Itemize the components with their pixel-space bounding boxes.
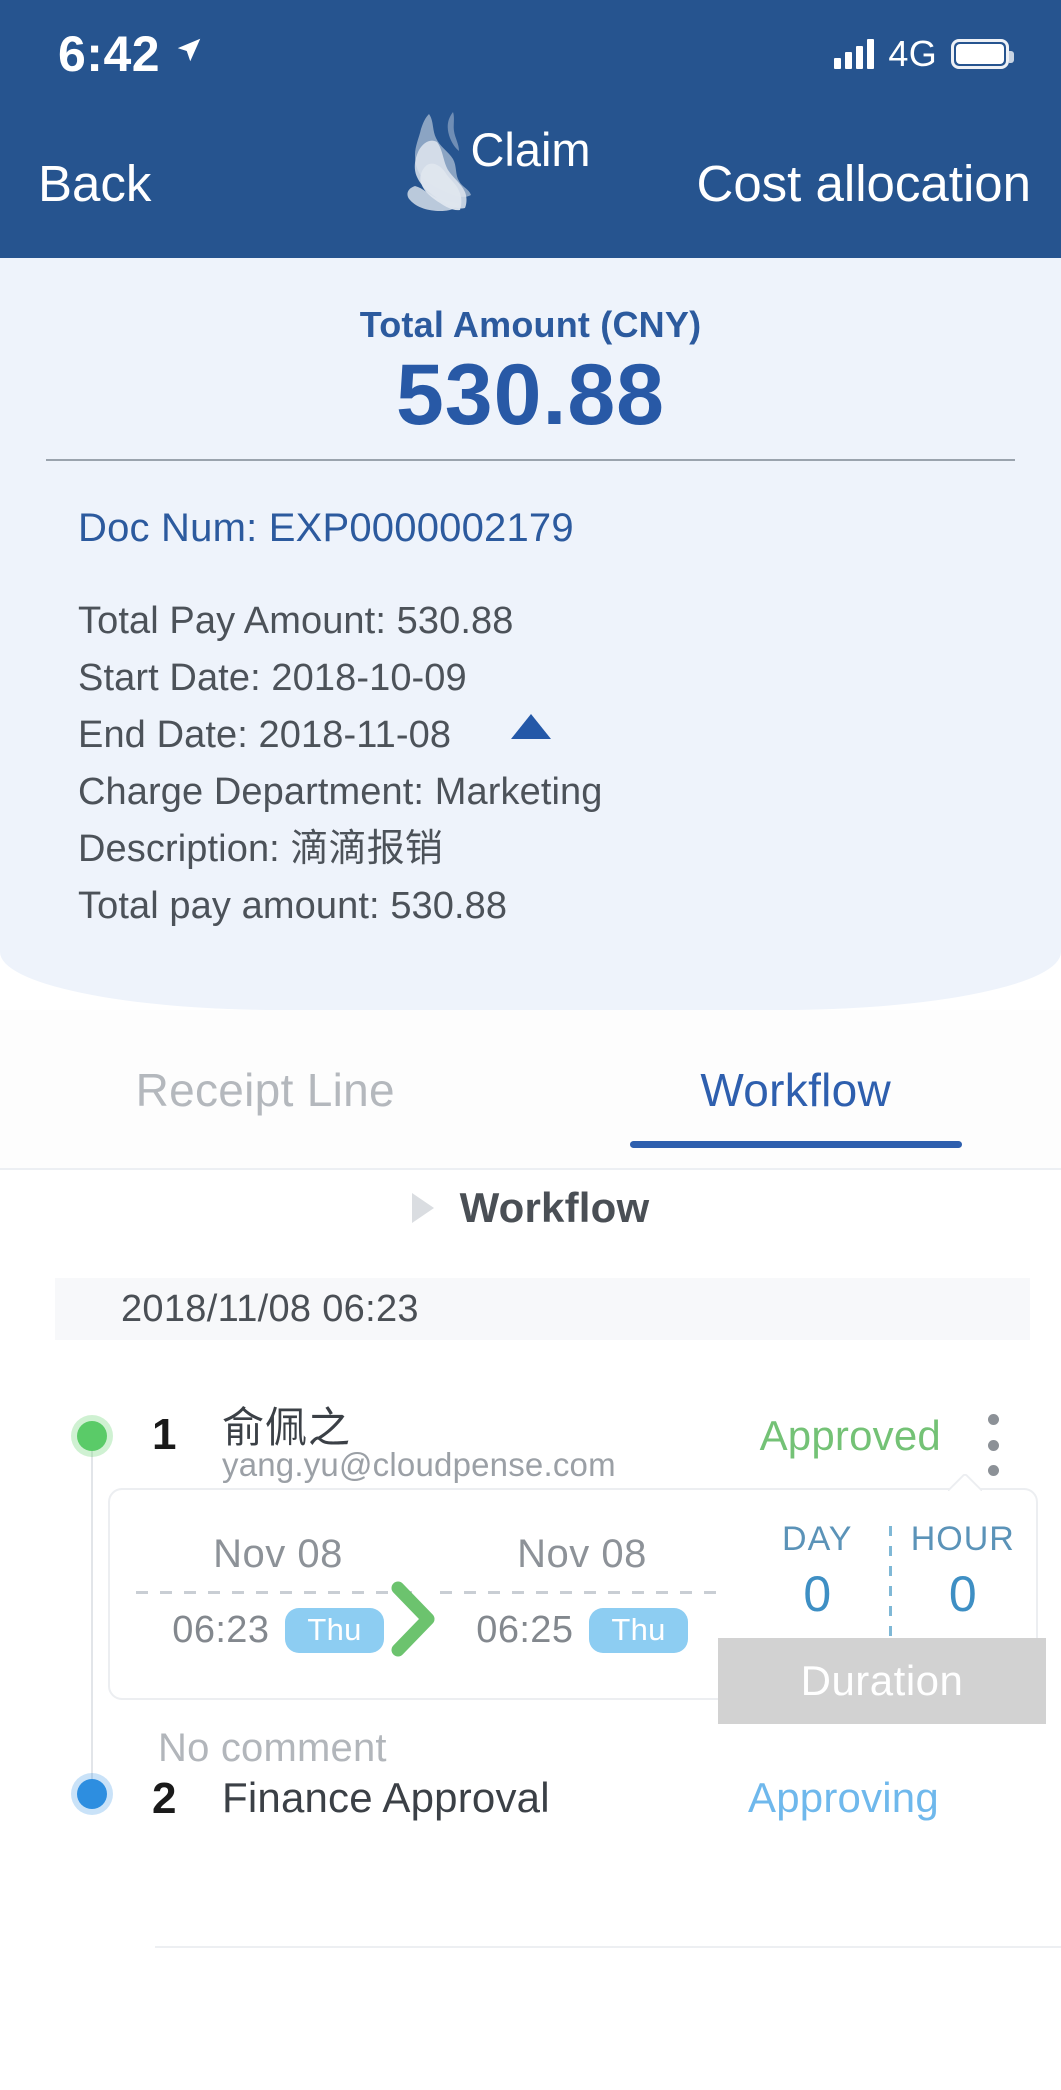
detail-row: Charge Department: Marketing: [78, 771, 603, 813]
dashed-rule: [440, 1591, 724, 1594]
workflow-bottom-divider: [155, 1946, 1061, 1948]
collapse-summary-button[interactable]: [0, 714, 1061, 739]
start-weekday-badge: Thu: [285, 1608, 384, 1653]
tab-label: Receipt Line: [135, 1064, 395, 1116]
timeline-rail: [91, 1438, 93, 1796]
tab-label: Workflow: [700, 1064, 892, 1116]
claim-summary-panel: Total Amount (CNY) 530.88 Doc Num: EXP00…: [0, 258, 1061, 1010]
workflow-section-label: Workflow: [459, 1184, 650, 1231]
end-date: Nov 08: [517, 1532, 647, 1576]
claim-detail-screen: 6:42 4G Back Claim Cost allocation Total…: [0, 0, 1061, 2090]
status-time: 6:42: [58, 26, 161, 82]
status-bar-left: 6:42: [58, 29, 204, 79]
workflow-date-header: 2018/11/08 06:23: [55, 1278, 1030, 1340]
workflow-section: Workflow 2018/11/08 06:23 1 俞佩之 yang.yu@…: [0, 1170, 1061, 2090]
duration-tooltip-label: Duration: [800, 1657, 964, 1704]
step-approver-email: yang.yu@cloudpense.com: [222, 1446, 616, 1483]
workflow-step-1[interactable]: 1 俞佩之 yang.yu@cloudpense.com Approved: [0, 1392, 1061, 1483]
cost-allocation-button[interactable]: Cost allocation: [696, 158, 1031, 209]
end-time: 06:25: [476, 1609, 574, 1651]
duration-card-notch: [948, 1474, 982, 1491]
step-approver-name: Finance Approval: [222, 1774, 550, 1821]
network-label: 4G: [888, 33, 937, 74]
detail-row: Start Date: 2018-10-09: [78, 657, 467, 699]
end-weekday-badge: Thu: [589, 1608, 688, 1653]
workflow-step-2[interactable]: 2 Finance Approval Approving: [0, 1770, 1061, 1834]
triangle-up-icon: [510, 714, 551, 739]
workflow-section-header[interactable]: Workflow: [0, 1184, 1061, 1232]
step-comment: No comment: [158, 1726, 387, 1770]
status-badge: Approving: [748, 1774, 939, 1821]
step-index: 2: [152, 1774, 177, 1823]
app-header: 6:42 4G Back Claim Cost allocation: [0, 0, 1061, 258]
start-time: 06:23: [172, 1609, 270, 1651]
status-bar-right: 4G: [834, 33, 1014, 74]
signal-bars-icon: [834, 39, 875, 69]
kebab-menu-icon[interactable]: [987, 1414, 999, 1476]
metric-value: 0: [948, 1566, 977, 1622]
detail-row: Description: 滴滴报销: [78, 828, 443, 870]
status-badge: Approved: [759, 1412, 941, 1459]
duration-tooltip: Duration: [718, 1638, 1046, 1724]
step-index: 1: [152, 1410, 177, 1459]
start-date: Nov 08: [213, 1532, 343, 1576]
duration-start: Nov 08 06:23 Thu: [128, 1532, 428, 1653]
detail-row: Total Pay Amount: 530.88: [78, 600, 514, 642]
total-amount-value: 530.88: [395, 347, 666, 443]
triangle-right-icon: [411, 1193, 434, 1223]
tab-workflow[interactable]: Workflow: [531, 1010, 1061, 1170]
tab-active-indicator: [629, 1141, 962, 1148]
workflow-date-text: 2018/11/08 06:23: [121, 1287, 419, 1330]
claim-detail-list: Total Pay Amount: 530.88 Start Date: 201…: [78, 593, 978, 935]
duration-end: Nov 08 06:25 Thu: [432, 1532, 732, 1653]
summary-divider: [46, 459, 1015, 461]
status-bar: 6:42 4G: [0, 0, 1061, 108]
location-arrow-icon: [177, 38, 201, 62]
metric-value: 0: [803, 1566, 832, 1622]
tab-receipt-line[interactable]: Receipt Line: [0, 1010, 531, 1170]
battery-full-icon: [951, 39, 1014, 69]
total-amount-label: Total Amount (CNY): [359, 304, 702, 345]
doc-number: Doc Num: EXP0000002179: [78, 506, 574, 550]
detail-row: Total pay amount: 530.88: [78, 885, 508, 927]
dashed-rule: [136, 1591, 420, 1594]
metric-label: HOUR: [910, 1520, 1015, 1558]
metric-label: DAY: [782, 1520, 853, 1558]
navigation-bar: Back Claim Cost allocation: [0, 108, 1061, 258]
detail-tabs: Receipt Line Workflow: [0, 1010, 1061, 1170]
